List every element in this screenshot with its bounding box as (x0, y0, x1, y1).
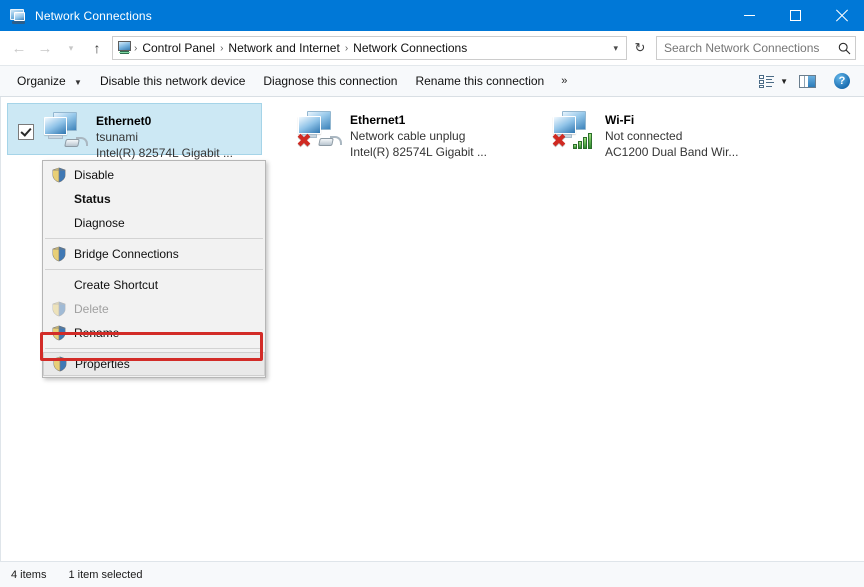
command-bar-right: ▼ ? (753, 70, 854, 92)
up-arrow-icon[interactable]: ↑ (84, 35, 110, 61)
view-chevron-down-icon[interactable]: ▼ (779, 77, 794, 86)
close-icon (835, 9, 848, 22)
status-item-count: 4 items (11, 569, 46, 581)
context-menu: Disable Status Diagnose Bridge Connectio… (42, 160, 266, 378)
connection-tile-wifi[interactable]: ✖ Wi-Fi Not connected AC1200 Dual Band W… (517, 103, 772, 155)
preview-pane-button[interactable] (794, 70, 820, 92)
search-icon[interactable] (833, 42, 855, 55)
connection-device: Intel(R) 82574L Gigabit ... (96, 145, 233, 161)
window-title: Network Connections (35, 9, 152, 23)
organize-label: Organize (17, 74, 66, 88)
error-x-icon: ✖ (551, 133, 567, 149)
close-button[interactable] (818, 0, 864, 31)
command-bar: Organize ▼ Disable this network device D… (0, 65, 864, 97)
maximize-button[interactable] (772, 0, 818, 31)
wifi-adapter-icon: ✖ (549, 109, 599, 153)
chevron-down-icon: ▼ (74, 78, 82, 87)
chevron-down-icon[interactable]: ▾ (609, 43, 626, 54)
title-bar[interactable]: Network Connections (0, 0, 864, 31)
menu-item-label: Create Shortcut (74, 278, 158, 292)
menu-item-label: Properties (75, 357, 130, 371)
menu-item-label: Delete (74, 302, 109, 316)
connection-status: Network cable unplug (350, 128, 487, 144)
connection-device: AC1200 Dual Band Wir... (605, 144, 738, 160)
breadcrumb-item-network-connections[interactable]: Network Connections (349, 39, 471, 57)
connection-name: Ethernet0 (96, 113, 233, 129)
connection-name: Wi-Fi (605, 112, 738, 128)
window-controls (726, 0, 864, 31)
ethernet-adapter-icon (40, 110, 90, 154)
search-input[interactable] (657, 40, 833, 56)
preview-pane-icon (799, 75, 816, 88)
menu-item-diagnose[interactable]: Diagnose (43, 211, 265, 235)
menu-item-disable[interactable]: Disable (43, 163, 265, 187)
menu-item-status[interactable]: Status (43, 187, 265, 211)
nav-buttons: ← → ▾ ↑ (6, 35, 110, 61)
connection-device: Intel(R) 82574L Gigabit ... (350, 144, 487, 160)
shield-icon (51, 167, 67, 183)
breadcrumb-item-control-panel[interactable]: Control Panel (138, 39, 219, 57)
plug-badge-icon (316, 135, 340, 148)
refresh-icon: ↻ (635, 40, 646, 56)
navigation-bar: ← → ▾ ↑ › Control Panel › Network and In… (0, 31, 864, 65)
rename-connection-button[interactable]: Rename this connection (406, 69, 553, 93)
breadcrumb: › Control Panel › Network and Internet ›… (133, 39, 609, 57)
menu-item-label: Rename (74, 326, 119, 340)
address-bar[interactable]: › Control Panel › Network and Internet ›… (112, 36, 627, 60)
back-arrow-icon[interactable]: ← (6, 35, 32, 61)
menu-item-create-shortcut[interactable]: Create Shortcut (43, 273, 265, 297)
connection-info: Ethernet1 Network cable unplug Intel(R) … (350, 107, 487, 160)
shield-icon (51, 325, 67, 341)
change-view-icon (759, 75, 774, 88)
diagnose-connection-button[interactable]: Diagnose this connection (254, 69, 406, 93)
menu-separator (45, 238, 263, 239)
menu-item-label: Disable (74, 168, 114, 182)
change-view-button[interactable] (753, 70, 779, 92)
menu-item-delete: Delete (43, 297, 265, 321)
menu-separator (45, 348, 263, 349)
error-x-icon: ✖ (296, 133, 312, 149)
connection-info: Ethernet0 tsunami Intel(R) 82574L Gigabi… (96, 108, 233, 161)
menu-item-label: Status (74, 192, 111, 206)
menu-item-rename[interactable]: Rename (43, 321, 265, 345)
help-button[interactable]: ? (830, 70, 854, 92)
shield-icon (51, 301, 67, 317)
connection-status: tsunami (96, 129, 233, 145)
status-selection: 1 item selected (68, 569, 142, 581)
shield-icon (52, 356, 68, 372)
connection-info: Wi-Fi Not connected AC1200 Dual Band Wir… (605, 107, 738, 160)
signal-bars-icon (573, 132, 595, 149)
minimize-button[interactable] (726, 0, 772, 31)
connection-name: Ethernet1 (350, 112, 487, 128)
connection-status: Not connected (605, 128, 738, 144)
network-connections-icon (10, 8, 26, 24)
connections-list: Ethernet0 tsunami Intel(R) 82574L Gigabi… (1, 97, 864, 155)
disable-network-device-button[interactable]: Disable this network device (91, 69, 254, 93)
help-icon: ? (834, 73, 850, 89)
ethernet-adapter-icon: ✖ (294, 109, 344, 153)
refresh-button[interactable]: ↻ (627, 36, 653, 60)
overflow-chevrons-icon[interactable]: » (553, 71, 574, 91)
menu-item-properties[interactable]: Properties (43, 352, 265, 376)
minimize-icon (744, 15, 755, 16)
maximize-icon (790, 10, 801, 21)
menu-item-label: Bridge Connections (74, 247, 179, 261)
menu-item-label: Diagnose (74, 216, 125, 230)
network-icon (117, 40, 133, 56)
forward-arrow-icon[interactable]: → (32, 35, 58, 61)
connection-tile-ethernet1[interactable]: ✖ Ethernet1 Network cable unplug Intel(R… (262, 103, 517, 155)
plug-badge-icon (62, 136, 86, 149)
menu-item-bridge-connections[interactable]: Bridge Connections (43, 242, 265, 266)
shield-icon (51, 246, 67, 262)
status-bar: 4 items 1 item selected (0, 561, 864, 587)
search-box[interactable] (656, 36, 856, 60)
connection-tile-ethernet0[interactable]: Ethernet0 tsunami Intel(R) 82574L Gigabi… (7, 103, 262, 155)
network-connections-window: Network Connections ← → ▾ ↑ (0, 0, 864, 587)
recent-locations-icon[interactable]: ▾ (58, 35, 84, 61)
organize-button[interactable]: Organize ▼ (8, 69, 91, 93)
breadcrumb-item-network-and-internet[interactable]: Network and Internet (224, 39, 343, 57)
connection-checkbox[interactable] (18, 124, 34, 140)
menu-separator (45, 269, 263, 270)
